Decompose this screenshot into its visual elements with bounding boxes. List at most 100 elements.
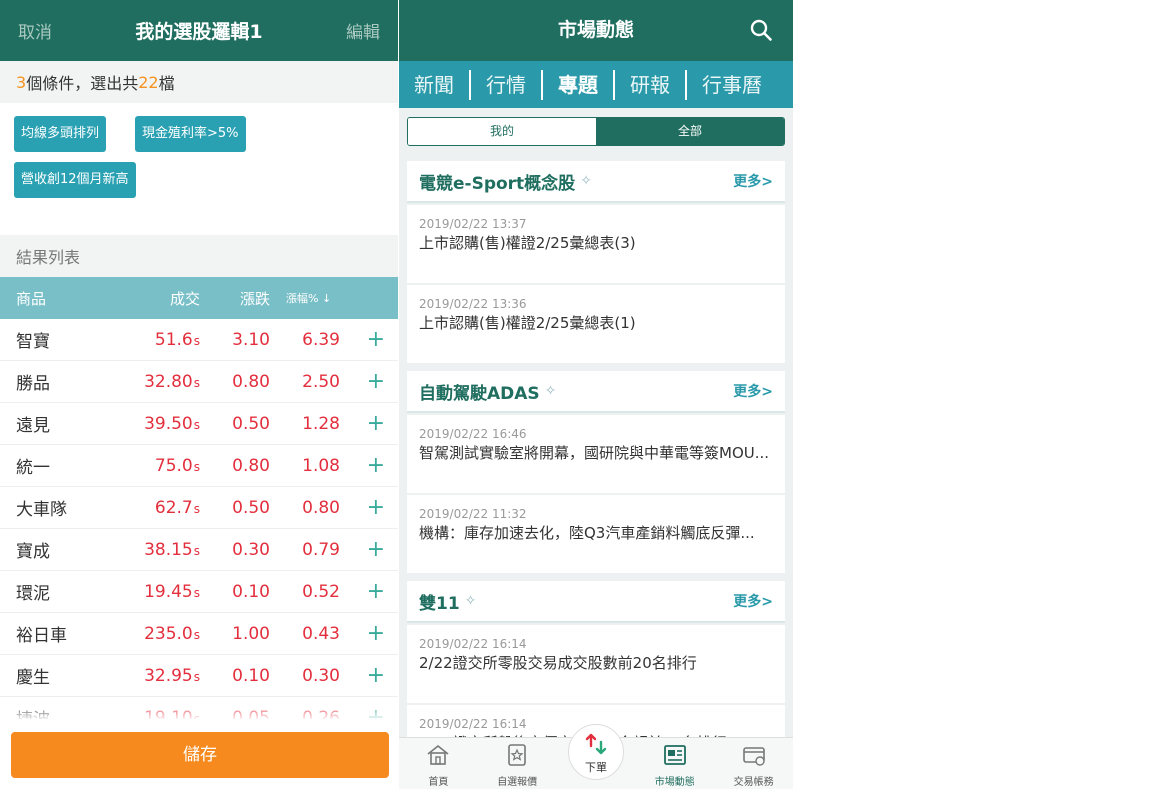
tab-0[interactable]: 新聞: [399, 70, 469, 100]
stock-change: 0.50: [232, 497, 270, 518]
add-watchlist-icon[interactable]: +: [340, 328, 385, 351]
table-row[interactable]: 統一 75.0s 0.80 1.08 +: [0, 445, 398, 487]
price-value: 32.95: [144, 665, 193, 686]
table-row[interactable]: 勝品 32.80s 0.80 2.50 +: [0, 361, 398, 403]
add-watchlist-icon[interactable]: +: [340, 622, 385, 645]
order-button[interactable]: 下單: [567, 724, 624, 780]
col-product[interactable]: 商品: [0, 288, 120, 309]
section-title[interactable]: 電競e-Sport概念股 ✧: [419, 169, 592, 194]
news-time: 2019/02/22 11:32: [419, 507, 527, 521]
stock-name: 統一: [16, 458, 50, 478]
category-tabs: 新聞 行情 專題 研報 行事曆: [399, 61, 793, 108]
stock-name: 大車隊: [16, 500, 67, 520]
tab-2[interactable]: 專題: [543, 70, 613, 100]
stock-change: 0.30: [232, 539, 270, 560]
add-watchlist-icon[interactable]: +: [340, 496, 385, 519]
table-row[interactable]: 環泥 19.45s 0.10 0.52 +: [0, 571, 398, 613]
section-title[interactable]: 自動駕駛ADAS ✧: [419, 379, 556, 404]
tab-3[interactable]: 研報: [615, 70, 685, 100]
news-title: 上市認購(售)權證2/25彙總表(3): [419, 234, 636, 252]
add-watchlist-icon[interactable]: +: [340, 538, 385, 561]
stock-change-pct: 0.52: [302, 581, 340, 602]
stock-price: 32.95s: [118, 666, 200, 686]
stock-change-pct: 0.79: [302, 539, 340, 560]
mine-all-toggle: 我的 全部: [407, 117, 785, 146]
stock-name: 環泥: [16, 584, 50, 604]
news-item[interactable]: 2019/02/22 13:36 上市認購(售)權證2/25彙總表(1): [407, 285, 785, 363]
stock-change: 1.00: [232, 623, 270, 644]
condition-count: 3: [16, 72, 27, 92]
more-link[interactable]: 更多>: [733, 171, 773, 191]
star-doc-icon: [508, 744, 526, 766]
pin-icon[interactable]: ✧: [465, 593, 477, 609]
chip-dividend-yield[interactable]: 現金殖利率>5%: [135, 116, 246, 152]
table-row[interactable]: 大車隊 62.7s 0.50 0.80 +: [0, 487, 398, 529]
pin-icon[interactable]: ✧: [545, 383, 557, 399]
add-watchlist-icon[interactable]: +: [340, 664, 385, 687]
cancel-button[interactable]: 取消: [18, 18, 52, 43]
section-header: 雙11 ✧ 更多>: [407, 581, 785, 623]
search-icon[interactable]: [749, 18, 773, 42]
table-row[interactable]: 遠見 39.50s 0.50 1.28 +: [0, 403, 398, 445]
stock-price: 39.50s: [118, 414, 200, 434]
chip-revenue-high[interactable]: 營收創12個月新高: [14, 162, 136, 198]
news-item[interactable]: 2019/02/22 11:32 機構：庫存加速去化，陸Q3汽車產銷料觸底反彈..…: [407, 495, 785, 573]
section-title[interactable]: 雙11 ✧: [419, 589, 476, 614]
add-watchlist-icon[interactable]: +: [340, 580, 385, 603]
market-news-icon: [663, 745, 686, 765]
price-value: 39.50: [144, 413, 193, 434]
market-title: 市場動態: [557, 19, 634, 41]
table-row[interactable]: 裕日車 235.0s 1.00 0.43 +: [0, 613, 398, 655]
stock-change-pct: 1.08: [302, 455, 340, 476]
save-button[interactable]: 儲存: [11, 732, 389, 778]
table-row[interactable]: 寶成 38.15s 0.30 0.79 +: [0, 529, 398, 571]
tab-4[interactable]: 行事曆: [687, 70, 777, 100]
result-count: 22: [138, 72, 159, 92]
segment-mine[interactable]: 我的: [408, 118, 596, 145]
stock-change-pct: 0.30: [302, 665, 340, 686]
stock-change: 0.80: [232, 371, 270, 392]
nav-market-label: 市場動態: [654, 777, 695, 788]
stock-change-pct: 0.43: [302, 623, 340, 644]
nav-market[interactable]: 市場動態: [640, 738, 710, 788]
stock-price: 19.45s: [118, 582, 200, 602]
stock-change: 0.10: [232, 665, 270, 686]
add-watchlist-icon[interactable]: +: [340, 370, 385, 393]
order-arrows-icon: [585, 733, 607, 755]
news-title: 上市認購(售)權證2/25彙總表(1): [419, 314, 636, 332]
nav-account[interactable]: 交易帳務: [719, 738, 789, 788]
more-link[interactable]: 更多>: [733, 381, 773, 401]
nav-home[interactable]: 首頁: [403, 738, 473, 788]
news-title: 智駕測試實驗室將開幕，國研院與中華電等簽MOU...: [419, 444, 770, 462]
add-watchlist-icon[interactable]: +: [340, 412, 385, 435]
stock-name: 慶生: [16, 668, 50, 688]
condition-suffix: 檔: [158, 74, 175, 93]
col-price[interactable]: 成交: [120, 288, 200, 309]
tab-1[interactable]: 行情: [471, 70, 541, 100]
news-item[interactable]: 2019/02/22 16:46 智駕測試實驗室將開幕，國研院與中華電等簽MOU.…: [407, 415, 785, 493]
add-watchlist-icon[interactable]: +: [340, 454, 385, 477]
stock-price: 38.15s: [118, 540, 200, 560]
pin-icon[interactable]: ✧: [580, 173, 592, 189]
results-list-label: 結果列表: [0, 235, 398, 277]
nav-watchlist-label: 自選報價: [497, 777, 538, 788]
price-value: 19.45: [144, 581, 193, 602]
stock-name: 智寶: [16, 332, 50, 352]
stock-name: 勝品: [16, 374, 50, 394]
news-time: 2019/02/22 16:46: [419, 427, 527, 441]
chip-ma-bullish[interactable]: 均線多頭排列: [14, 116, 107, 152]
col-change[interactable]: 漲跌: [200, 288, 270, 309]
segment-all[interactable]: 全部: [596, 118, 784, 145]
nav-watchlist[interactable]: 自選報價: [482, 738, 552, 788]
price-value: 38.15: [144, 539, 193, 560]
col-change-pct-sort[interactable]: 漲幅% ↓: [270, 290, 340, 306]
nav-order[interactable]: 下單: [561, 724, 631, 780]
news-item[interactable]: 2019/02/22 13:37 上市認購(售)權證2/25彙總表(3): [407, 205, 785, 283]
home-icon: [427, 744, 449, 765]
more-link[interactable]: 更多>: [733, 591, 773, 611]
page-title: 我的選股邏輯1: [135, 21, 263, 43]
edit-button[interactable]: 編輯: [346, 18, 380, 43]
news-item[interactable]: 2019/02/22 16:14 2/22證交所零股交易成交股數前20名排行: [407, 625, 785, 703]
table-row[interactable]: 慶生 32.95s 0.10 0.30 +: [0, 655, 398, 697]
table-row[interactable]: 智寶 51.6s 3.10 6.39 +: [0, 319, 398, 361]
